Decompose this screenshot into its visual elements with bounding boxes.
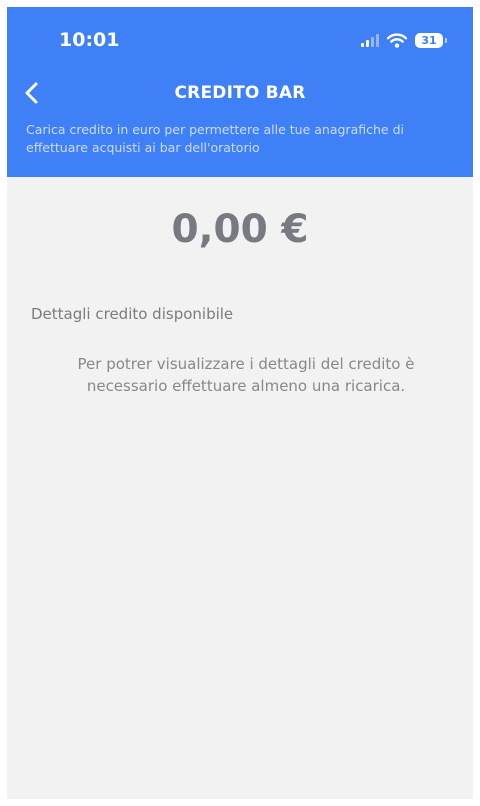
page-title: CREDITO BAR <box>174 83 306 103</box>
battery-icon: 31 <box>415 32 447 48</box>
credit-details-label: Dettagli credito disponibile <box>31 305 234 323</box>
page-subtitle: Carica credito in euro per permettere al… <box>26 122 404 155</box>
app-screen: 10:01 31 CREDITO BAR Carica credito in e… <box>7 7 473 799</box>
status-icons: 31 <box>361 29 447 51</box>
credit-amount: 0,00 € <box>171 207 309 252</box>
empty-state-message: Per potrer visualizzare i dettagli del c… <box>77 355 415 395</box>
header-bar: 10:01 31 CREDITO BAR Carica credito in e… <box>7 7 473 177</box>
status-time: 10:01 <box>59 29 120 51</box>
signal-icon <box>361 33 379 47</box>
wifi-icon <box>387 32 407 48</box>
